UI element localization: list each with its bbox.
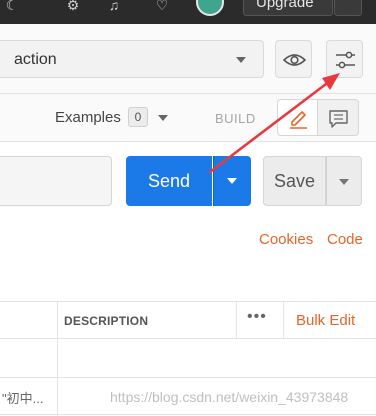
satellite-icon[interactable]: ☾ [2,0,22,12]
comments-button[interactable] [318,99,359,136]
send-options-button[interactable] [213,156,251,206]
notification-bell-icon[interactable]: ♫ [104,0,124,12]
chevron-down-icon [236,57,246,63]
environment-select-value: action [14,51,57,68]
more-options-icon[interactable]: ••• [247,308,267,326]
table-column-divider [236,301,237,338]
comment-icon [329,110,348,128]
manage-environments-button[interactable] [326,40,363,78]
table-column-divider [57,301,58,416]
table-cell-value[interactable]: "初中... [2,388,43,407]
examples-bar: Examples 0 BUILD [0,94,376,142]
save-button[interactable]: Save [263,156,326,206]
chevron-down-icon [227,178,237,184]
heart-icon[interactable]: ♡ [152,0,172,12]
save-options-button[interactable] [326,156,362,206]
code-link[interactable]: Code [327,231,363,248]
top-bar: ☾ ⚙ ♫ ♡ Upgrade [0,0,376,24]
sliders-icon [336,51,355,69]
build-mode-label[interactable]: BUILD [215,111,256,126]
chevron-down-icon[interactable] [158,115,168,121]
cookies-link[interactable]: Cookies [259,231,313,248]
examples-count-badge: 0 [128,107,148,127]
avatar[interactable] [196,0,224,16]
pencil-icon [290,111,307,129]
table-column-divider [283,301,284,338]
bulk-edit-link[interactable]: Bulk Edit [296,312,355,329]
request-url-input[interactable] [0,156,112,206]
settings-icon[interactable]: ⚙ [63,0,83,12]
chevron-down-icon [339,179,349,185]
environment-quick-look-button[interactable] [275,40,312,78]
environment-bar: action [0,24,376,94]
eye-icon [282,54,307,66]
account-menu-button[interactable] [334,0,362,16]
environment-select[interactable]: action [0,40,264,78]
send-button[interactable]: Send [126,156,212,206]
upgrade-button[interactable]: Upgrade [243,0,333,16]
build-mode-edit-button[interactable] [277,99,318,136]
watermark: https://blog.csdn.net/weixin_43973848 [110,389,349,405]
postman-window: ☾ ⚙ ♫ ♡ Upgrade action Examples 0 BUILD … [0,0,376,416]
column-header-description: DESCRIPTION [64,314,149,328]
examples-dropdown[interactable]: Examples [55,109,121,126]
